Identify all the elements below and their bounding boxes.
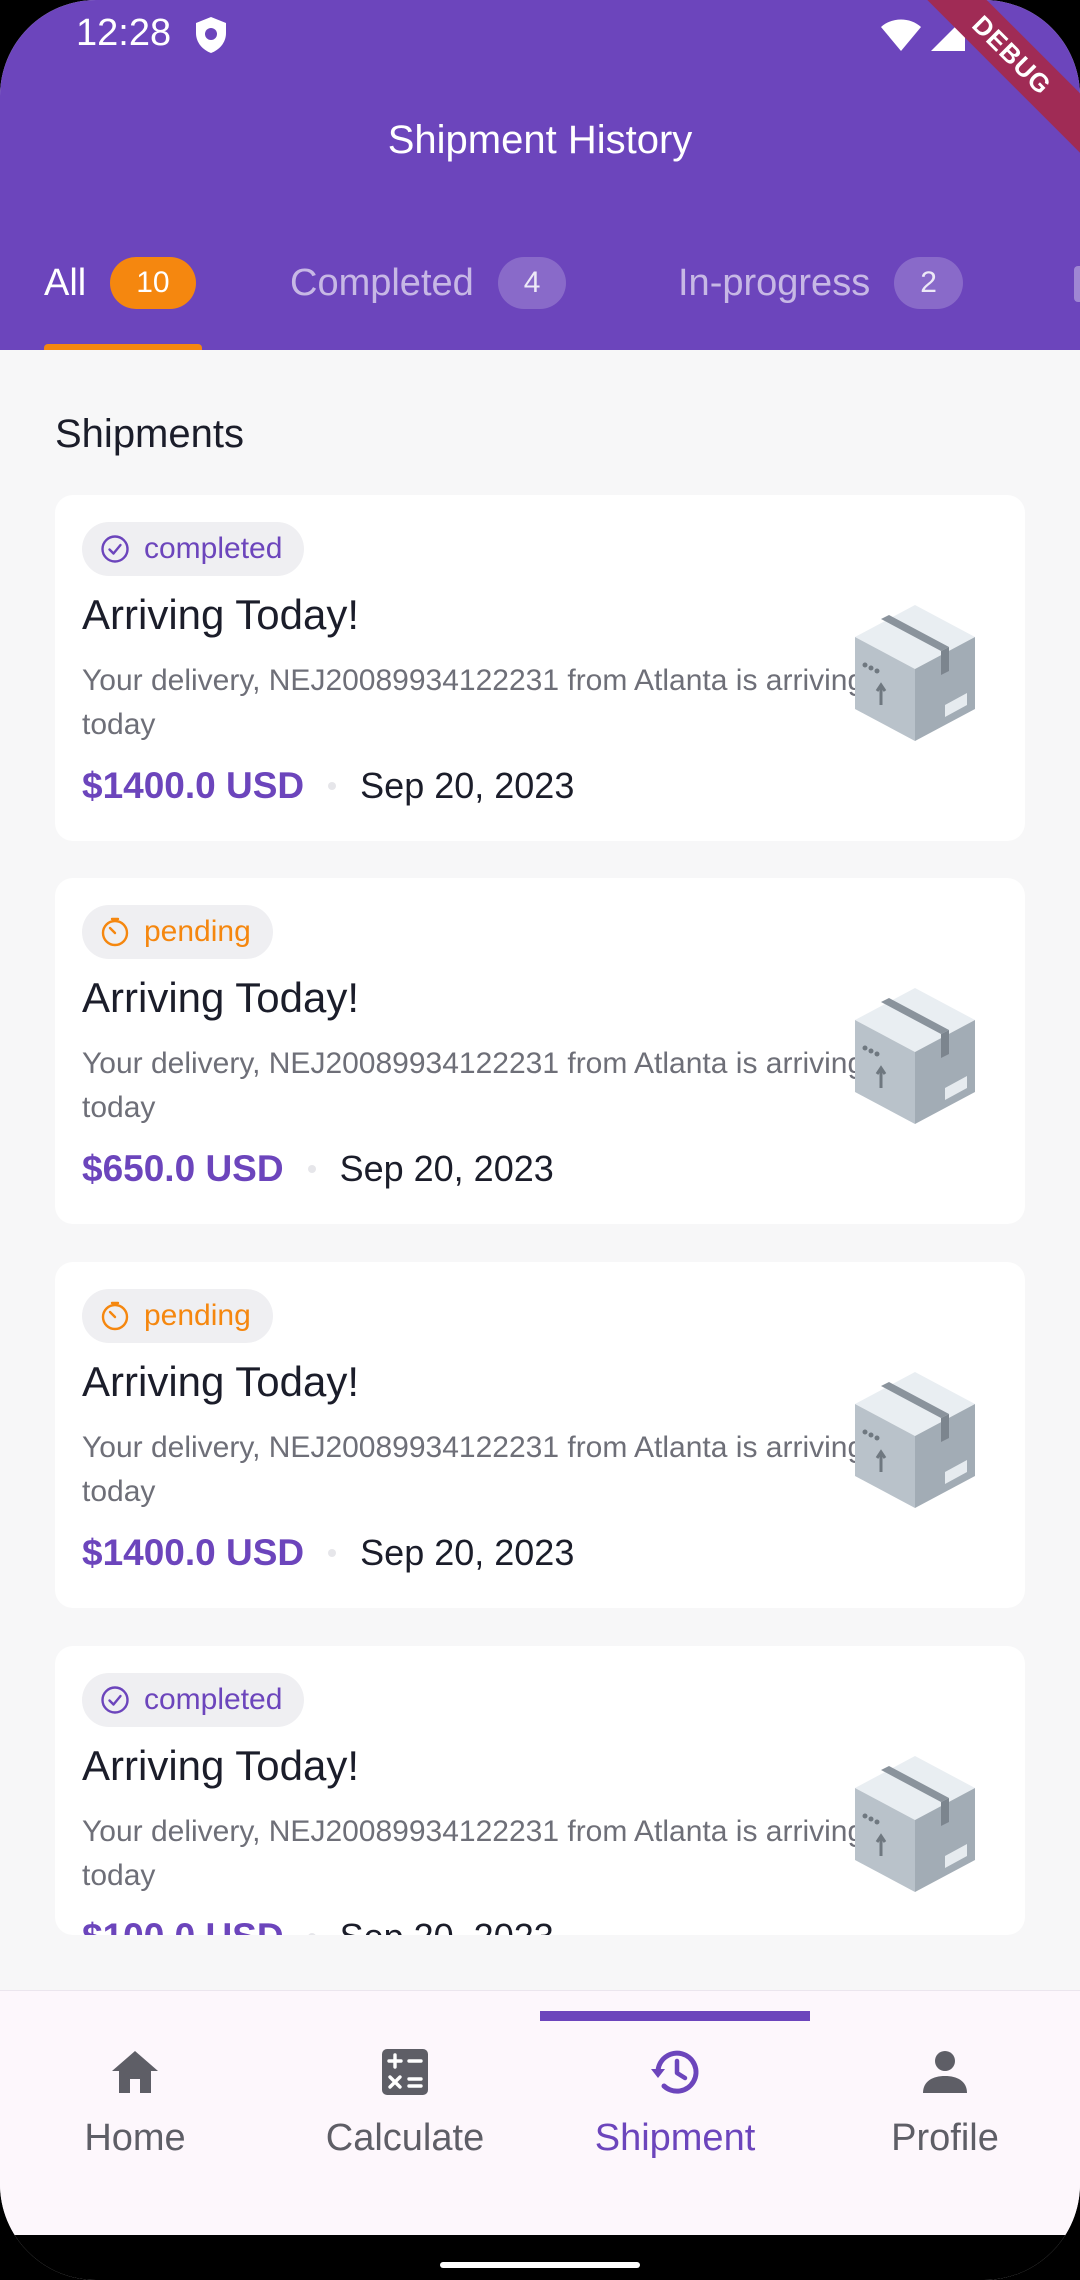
nav-label: Calculate	[325, 2117, 485, 2159]
bottom-navigation: Home Calculate Shipment Profile	[0, 1990, 1080, 2236]
shipment-description: Your delivery, NEJ20089934122231 from At…	[82, 1047, 865, 1124]
app-screen: 12:28 DEBUG Shipment History All 10 Comp…	[0, 0, 1080, 2280]
nav-label: Profile	[891, 2117, 999, 2159]
shipment-description: Your delivery, NEJ20089934122231 from At…	[82, 1431, 865, 1508]
status-badge: pending	[82, 1289, 273, 1343]
package-box-icon	[855, 1372, 975, 1508]
nav-label: Home	[84, 2117, 186, 2159]
separator-dot	[328, 782, 337, 790]
tab-label: In-progress	[678, 261, 871, 304]
tab-label: All	[44, 261, 87, 304]
nav-home[interactable]: Home	[0, 1991, 270, 2191]
status-bar: 12:28 DEBUG	[0, 0, 1080, 162]
shipment-card[interactable]: completed Arriving Today! Your delivery,…	[55, 1646, 1025, 1935]
tab-count-badge: 10	[110, 257, 196, 309]
wifi-icon	[881, 19, 921, 51]
shipment-amount: $1400.0 USD	[82, 765, 305, 806]
status-time: 12:28	[76, 12, 172, 54]
nav-label: Shipment	[594, 2117, 756, 2159]
status-badge-label: completed	[144, 1683, 283, 1716]
tab-completed[interactable]: Completed 4	[290, 250, 567, 316]
timer-icon	[101, 917, 129, 947]
status-tabs: All 10 Completed 4 In-progress 2	[0, 250, 1080, 350]
shipment-date: Sep 20, 2023	[360, 1532, 575, 1573]
shipment-amount: $100.0 USD	[82, 1916, 284, 1935]
shipment-description: Your delivery, NEJ20089934122231 from At…	[82, 1815, 865, 1892]
shield-icon	[196, 17, 226, 53]
shipment-title: Arriving Today!	[82, 1742, 360, 1789]
status-badge-label: completed	[144, 532, 283, 565]
home-gesture-bar[interactable]	[440, 2262, 640, 2268]
history-icon	[651, 2050, 699, 2094]
shipment-footer: $650.0 USD Sep 20, 2023	[82, 1148, 554, 1190]
shipment-date: Sep 20, 2023	[360, 765, 575, 806]
shipment-card[interactable]: pending Arriving Today! Your delivery, N…	[55, 878, 1025, 1224]
shipments-list-area[interactable]: Shipments completed Arriving Today! Your…	[0, 350, 1080, 1935]
shipment-description: Your delivery, NEJ20089934122231 from At…	[82, 664, 865, 741]
status-badge: completed	[82, 1673, 305, 1727]
status-badge: completed	[82, 522, 305, 576]
package-box-icon	[855, 988, 975, 1124]
status-badge-label: pending	[144, 915, 251, 948]
shipment-title: Arriving Today!	[82, 1358, 360, 1405]
package-box-icon	[855, 1756, 975, 1892]
shipment-footer: $100.0 USD Sep 20, 2023	[82, 1916, 554, 1935]
tab-all[interactable]: All 10	[44, 250, 196, 316]
shipment-footer: $1400.0 USD Sep 20, 2023	[82, 765, 574, 807]
tab-count-badge: 2	[894, 257, 963, 309]
tab-overflow-hint[interactable]	[1074, 266, 1080, 302]
nav-shipment[interactable]: Shipment	[540, 1991, 810, 2191]
timer-icon	[101, 1301, 129, 1331]
shipment-title: Arriving Today!	[82, 974, 360, 1021]
shipment-date: Sep 20, 2023	[340, 1916, 554, 1935]
home-icon	[112, 2051, 158, 2093]
shipment-footer: $1400.0 USD Sep 20, 2023	[82, 1532, 574, 1574]
shipment-amount: $1400.0 USD	[82, 1532, 305, 1573]
section-title: Shipments	[55, 412, 244, 456]
separator-dot	[307, 1165, 316, 1173]
shipment-date: Sep 20, 2023	[339, 1148, 554, 1189]
status-badge-label: pending	[144, 1299, 251, 1332]
shipment-amount: $650.0 USD	[82, 1148, 284, 1189]
shipment-title: Arriving Today!	[82, 591, 360, 638]
nav-calculate[interactable]: Calculate	[270, 1991, 540, 2191]
check-circle-icon	[101, 1686, 129, 1714]
calculator-icon	[382, 2049, 428, 2095]
separator-dot	[307, 1933, 316, 1935]
package-box-icon	[855, 605, 975, 741]
tab-count-badge: 4	[497, 257, 567, 309]
nav-profile[interactable]: Profile	[810, 1991, 1080, 2191]
page-title: Shipment History	[387, 118, 693, 162]
status-badge: pending	[82, 905, 273, 959]
shipment-card[interactable]: pending Arriving Today! Your delivery, N…	[55, 1262, 1025, 1608]
person-icon	[923, 2051, 967, 2093]
system-nav-area	[0, 2235, 1080, 2280]
tab-label: Completed	[290, 261, 474, 304]
check-circle-icon	[101, 535, 129, 563]
tab-in-progress[interactable]: In-progress 2	[678, 250, 963, 316]
separator-dot	[328, 1549, 337, 1557]
shipment-card[interactable]: completed Arriving Today! Your delivery,…	[55, 495, 1025, 841]
app-header: 12:28 DEBUG Shipment History All 10 Comp…	[0, 0, 1080, 350]
